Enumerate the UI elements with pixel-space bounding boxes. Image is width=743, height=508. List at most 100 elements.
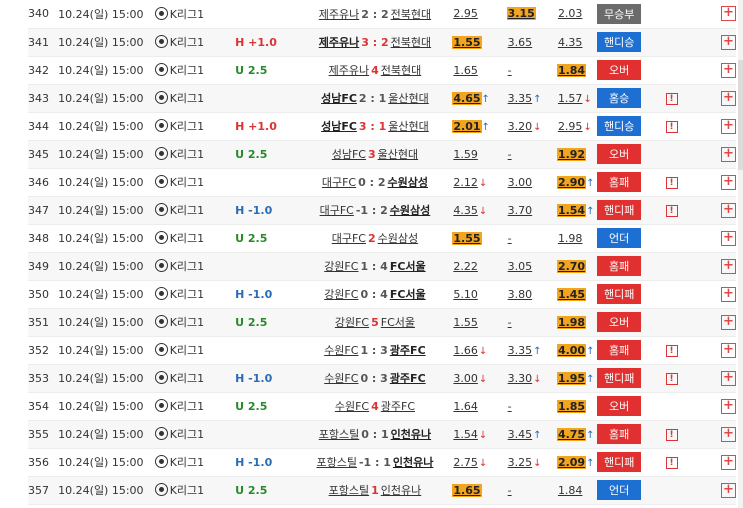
home-team-link[interactable]: 포항스틸: [329, 484, 369, 497]
plus-icon[interactable]: +: [721, 174, 736, 190]
odds-value[interactable]: 1.98: [557, 232, 584, 245]
odds-value[interactable]: 1.54: [556, 203, 587, 217]
odds-value[interactable]: 2.22: [452, 260, 479, 273]
odds-value[interactable]: 3.20: [507, 120, 534, 133]
odds-value[interactable]: 3.65: [507, 36, 534, 49]
home-team-link[interactable]: 대구FC: [322, 176, 356, 189]
away-team-link[interactable]: 광주FC: [381, 400, 415, 413]
odds-value[interactable]: 4.75: [556, 427, 587, 441]
odds-value[interactable]: 3.00: [507, 176, 534, 189]
home-team-link[interactable]: 수원FC: [324, 372, 358, 385]
odds-value[interactable]: 1.45: [556, 287, 587, 301]
odds-value[interactable]: 1.64: [452, 400, 479, 413]
odds-value[interactable]: 1.84: [557, 484, 584, 497]
odds-value[interactable]: 3.35: [507, 344, 534, 357]
home-team-link[interactable]: 제주유나: [319, 36, 359, 49]
home-team-link[interactable]: 성남FC: [321, 120, 357, 133]
odds-value[interactable]: 2.09: [556, 455, 587, 469]
odds-value[interactable]: 1.65: [452, 483, 482, 497]
odds-value[interactable]: 4.65: [452, 91, 482, 105]
home-team-link[interactable]: 포항스틸: [316, 456, 356, 469]
home-team-link[interactable]: 수원FC: [335, 400, 369, 413]
plus-icon[interactable]: +: [721, 146, 736, 162]
plus-icon[interactable]: +: [721, 230, 736, 246]
away-team-link[interactable]: FC서울: [390, 288, 426, 301]
away-team-link[interactable]: 수원삼성: [390, 204, 430, 217]
odds-value[interactable]: 3.00: [452, 372, 479, 385]
home-team-link[interactable]: 강원FC: [324, 260, 358, 273]
plus-icon[interactable]: +: [721, 258, 736, 274]
odds-value[interactable]: 5.10: [452, 288, 479, 301]
odds-value[interactable]: 2.95: [452, 7, 479, 20]
scrollbar[interactable]: [738, 0, 743, 508]
away-team-link[interactable]: 인천유나: [393, 456, 433, 469]
odds-value[interactable]: 1.55: [452, 231, 482, 245]
odds-value[interactable]: 1.54: [452, 428, 479, 441]
odds-value[interactable]: 1.66: [452, 344, 479, 357]
odds-value[interactable]: 1.59: [452, 148, 479, 161]
plus-icon[interactable]: +: [721, 118, 736, 134]
home-team-link[interactable]: 강원FC: [335, 316, 369, 329]
odds-value[interactable]: 2.12: [452, 176, 479, 189]
odds-value[interactable]: 2.01: [452, 119, 482, 133]
home-team-link[interactable]: 포항스틸: [319, 428, 359, 441]
plus-icon[interactable]: +: [721, 342, 736, 358]
odds-value[interactable]: 3.05: [507, 260, 534, 273]
odds-value[interactable]: 3.15: [506, 7, 536, 21]
plus-icon[interactable]: +: [721, 286, 736, 302]
away-team-link[interactable]: 광주FC: [390, 344, 426, 357]
odds-value[interactable]: 3.25: [507, 456, 534, 469]
plus-icon[interactable]: +: [721, 454, 736, 470]
plus-icon[interactable]: +: [721, 62, 736, 78]
odds-value[interactable]: 4.00: [556, 343, 587, 357]
odds-value[interactable]: 1.57: [557, 92, 584, 105]
away-team-link[interactable]: 광주FC: [390, 372, 426, 385]
away-team-link[interactable]: FC서울: [390, 260, 426, 273]
away-team-link[interactable]: FC서울: [381, 316, 415, 329]
odds-value[interactable]: 1.95: [556, 371, 587, 385]
odds-value[interactable]: 2.75: [452, 456, 479, 469]
odds-value[interactable]: 2.90: [556, 175, 587, 189]
odds-value[interactable]: 1.85: [556, 399, 587, 413]
plus-icon[interactable]: +: [721, 426, 736, 442]
odds-value[interactable]: 3.35: [507, 92, 534, 105]
odds-value[interactable]: -: [507, 148, 513, 161]
away-team-link[interactable]: 전북현대: [391, 36, 431, 49]
odds-value[interactable]: 1.98: [556, 315, 587, 329]
odds-value[interactable]: 1.92: [556, 147, 587, 161]
home-team-link[interactable]: 제주유나: [329, 64, 369, 77]
odds-value[interactable]: 3.45: [507, 428, 534, 441]
away-team-link[interactable]: 인천유나: [391, 428, 431, 441]
plus-icon[interactable]: +: [721, 6, 736, 22]
odds-value[interactable]: -: [507, 232, 513, 245]
odds-value[interactable]: 4.35: [557, 36, 584, 49]
home-team-link[interactable]: 성남FC: [321, 92, 357, 105]
home-team-link[interactable]: 제주유나: [319, 8, 359, 21]
away-team-link[interactable]: 전북현대: [391, 8, 431, 21]
odds-value[interactable]: 1.55: [452, 316, 479, 329]
odds-value[interactable]: 2.95: [557, 120, 584, 133]
odds-value[interactable]: -: [507, 400, 513, 413]
odds-value[interactable]: 2.70: [556, 259, 587, 273]
plus-icon[interactable]: +: [721, 34, 736, 50]
odds-value[interactable]: 3.30: [507, 372, 534, 385]
plus-icon[interactable]: +: [721, 314, 736, 330]
plus-icon[interactable]: +: [721, 202, 736, 218]
plus-icon[interactable]: +: [721, 370, 736, 386]
home-team-link[interactable]: 강원FC: [324, 288, 358, 301]
odds-value[interactable]: -: [507, 64, 513, 77]
odds-value[interactable]: 1.84: [556, 63, 587, 77]
scrollbar-thumb[interactable]: [738, 60, 743, 170]
home-team-link[interactable]: 성남FC: [332, 148, 366, 161]
home-team-link[interactable]: 수원FC: [324, 344, 358, 357]
odds-value[interactable]: 3.80: [507, 288, 534, 301]
away-team-link[interactable]: 수원삼성: [387, 176, 427, 189]
odds-value[interactable]: 4.35: [452, 204, 479, 217]
away-team-link[interactable]: 전북현대: [381, 64, 421, 77]
away-team-link[interactable]: 울산현대: [388, 92, 428, 105]
odds-value[interactable]: 1.55: [452, 35, 482, 49]
odds-value[interactable]: 1.65: [452, 64, 479, 77]
odds-value[interactable]: 3.70: [507, 204, 534, 217]
odds-value[interactable]: -: [507, 316, 513, 329]
away-team-link[interactable]: 수원삼성: [378, 232, 418, 245]
